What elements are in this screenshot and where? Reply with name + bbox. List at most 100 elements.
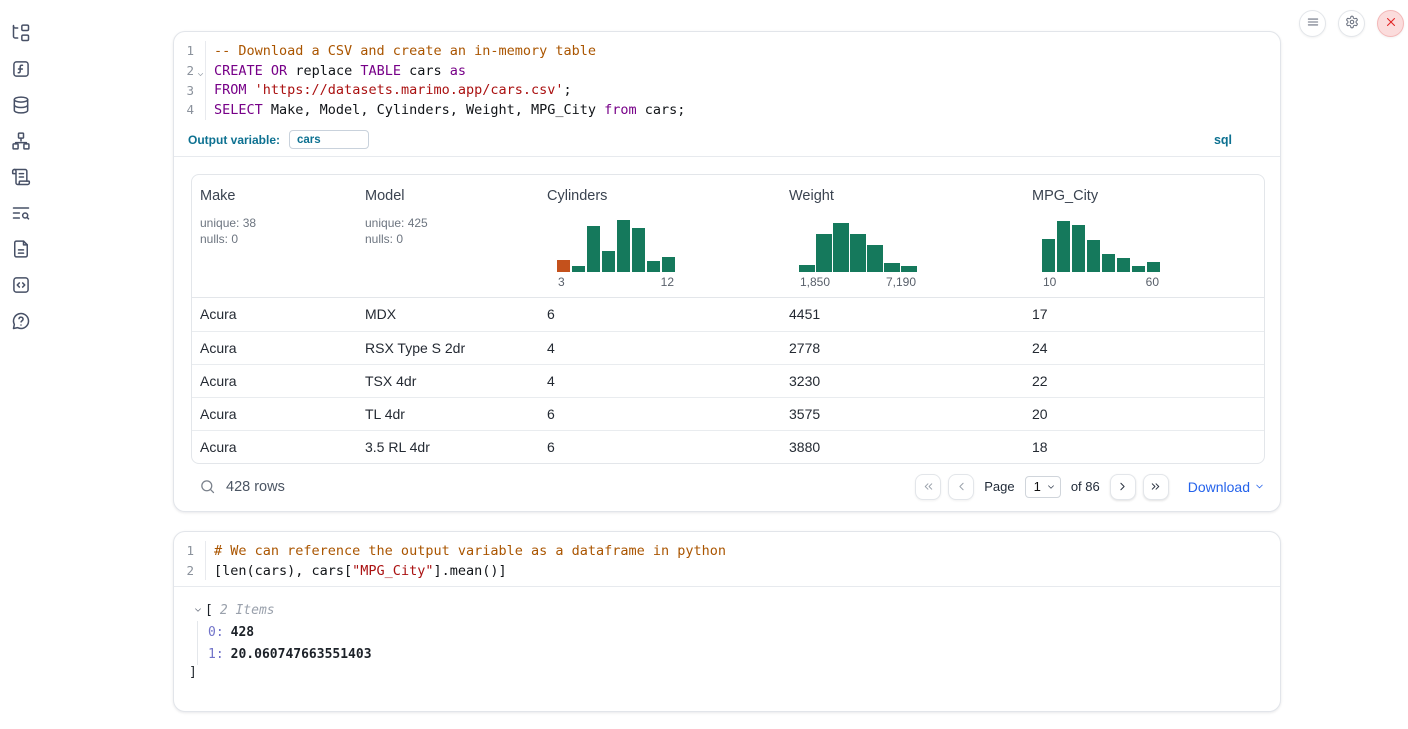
sidebar-help-bubble-button[interactable]	[11, 311, 31, 331]
last-page-button[interactable]	[1143, 474, 1169, 500]
close-button[interactable]	[1377, 10, 1404, 37]
histogram-bar	[587, 226, 600, 272]
sql-editor[interactable]: 1-- Download a CSV and create an in-memo…	[174, 32, 1280, 126]
menu-button[interactable]	[1299, 10, 1326, 37]
sidebar	[0, 0, 42, 729]
code-line: 1-- Download a CSV and create an in-memo…	[174, 41, 1280, 61]
histogram-max-label: 7,190	[886, 275, 916, 291]
close-bracket: ]	[189, 665, 1264, 685]
python-cell: 1# We can reference the output variable …	[173, 531, 1281, 712]
histogram-min-label: 10	[1043, 275, 1056, 291]
histogram-max-label: 60	[1146, 275, 1159, 291]
column-title[interactable]: Weight	[789, 188, 1016, 204]
column-histogram: 10 60	[1042, 219, 1160, 291]
network-icon	[11, 131, 31, 151]
sidebar-database-button[interactable]	[11, 95, 31, 115]
page-select[interactable]: 1	[1025, 476, 1061, 498]
language-badge: sql	[1214, 133, 1232, 147]
table-cell: 18	[1024, 439, 1265, 455]
table-cell: RSX Type S 2dr	[357, 340, 539, 356]
python-editor[interactable]: 1# We can reference the output variable …	[174, 532, 1280, 586]
line-number: 3	[174, 80, 206, 100]
search-icon[interactable]	[199, 478, 216, 495]
sidebar-function-square-button[interactable]	[11, 59, 31, 79]
sql-cell: 1-- Download a CSV and create an in-memo…	[173, 31, 1281, 512]
prev-page-button[interactable]	[948, 474, 974, 500]
help-bubble-icon	[11, 311, 31, 331]
sidebar-file-document-button[interactable]	[11, 239, 31, 259]
table-cell: 22	[1024, 373, 1265, 389]
histogram-bar	[1042, 239, 1055, 272]
chevron-down-icon	[1046, 482, 1056, 492]
open-bracket: [	[205, 603, 213, 618]
histogram-bar	[1057, 221, 1070, 271]
table-cell: 4	[539, 373, 781, 389]
sidebar-text-search-button[interactable]	[11, 203, 31, 223]
column-header-weight: Weight 1,8507,190	[781, 175, 1024, 297]
collapse-chevron-icon[interactable]	[193, 605, 203, 615]
table-cell: Acura	[192, 406, 357, 422]
code-line: 2CREATE OR replace TABLE cars as	[174, 61, 1280, 81]
data-table: Make unique: 38nulls: 0 Model unique: 425nu…	[191, 174, 1265, 464]
line-number: 2	[174, 561, 206, 581]
next-page-button[interactable]	[1110, 474, 1136, 500]
column-title[interactable]: Cylinders	[547, 188, 773, 204]
python-output: [ 2 Items 0:4281:20.060747663551403 ]	[174, 587, 1280, 685]
histogram-bar	[1102, 254, 1115, 271]
column-title[interactable]: Make	[200, 188, 349, 204]
column-header-cylinders: Cylinders 312	[539, 175, 781, 297]
output-variable-label: Output variable:	[188, 133, 280, 147]
table-cell: 17	[1024, 306, 1265, 322]
column-header-make: Make unique: 38nulls: 0	[192, 175, 357, 297]
column-stats: unique: 425nulls: 0	[365, 215, 531, 248]
first-page-button[interactable]	[915, 474, 941, 500]
scroll-text-icon	[11, 167, 31, 187]
column-histogram: 312	[557, 219, 675, 291]
histogram-bar	[602, 251, 615, 272]
table-row: AcuraTL 4dr6357520	[192, 397, 1264, 430]
line-number: 1	[174, 541, 206, 561]
column-stats: unique: 38nulls: 0	[200, 215, 349, 248]
table-cell: 6	[539, 306, 781, 322]
table-cell: 3880	[781, 439, 1024, 455]
page-select-value: 1	[1034, 479, 1041, 494]
column-title[interactable]: Model	[365, 188, 531, 204]
function-square-icon	[11, 59, 31, 79]
item-index: 1:	[208, 647, 224, 662]
file-tree-icon	[11, 23, 31, 43]
topbar-actions	[1299, 10, 1404, 37]
table-header-row: Make unique: 38nulls: 0 Model unique: 425nu…	[192, 175, 1264, 298]
download-button[interactable]: Download	[1188, 479, 1265, 495]
column-histogram: 1,8507,190	[799, 219, 917, 291]
table-cell: 3.5 RL 4dr	[357, 439, 539, 455]
histogram-bar	[1117, 258, 1130, 272]
table-cell: 3575	[781, 406, 1024, 422]
table-cell: 3230	[781, 373, 1024, 389]
histogram-bar	[572, 266, 585, 272]
histogram-bar	[632, 228, 645, 271]
table-cell: Acura	[192, 373, 357, 389]
table-cell: Acura	[192, 340, 357, 356]
line-number: 1	[174, 41, 206, 61]
settings-gear-icon	[1345, 15, 1359, 32]
histogram-bar	[799, 265, 815, 271]
pagination: Page 1 of 86 Download	[915, 474, 1265, 500]
code-line: 1# We can reference the output variable …	[174, 541, 1280, 561]
table-cell: 6	[539, 406, 781, 422]
table-cell: MDX	[357, 306, 539, 322]
sidebar-file-tree-button[interactable]	[11, 23, 31, 43]
sidebar-scroll-text-button[interactable]	[11, 167, 31, 187]
download-label: Download	[1188, 479, 1250, 495]
output-variable-input[interactable]	[289, 130, 369, 149]
output-tree-items: 0:4281:20.060747663551403	[197, 621, 1264, 665]
table-cell: Acura	[192, 306, 357, 322]
histogram-bar	[867, 245, 883, 272]
sidebar-network-button[interactable]	[11, 131, 31, 151]
output-variable-row: Output variable: sql	[174, 126, 1280, 157]
settings-gear-button[interactable]	[1338, 10, 1365, 37]
database-icon	[11, 95, 31, 115]
column-title[interactable]: MPG_City	[1032, 188, 1258, 204]
items-count-label: 2 Items	[220, 603, 275, 618]
table-cell: Acura	[192, 439, 357, 455]
sidebar-code-square-button[interactable]	[11, 275, 31, 295]
